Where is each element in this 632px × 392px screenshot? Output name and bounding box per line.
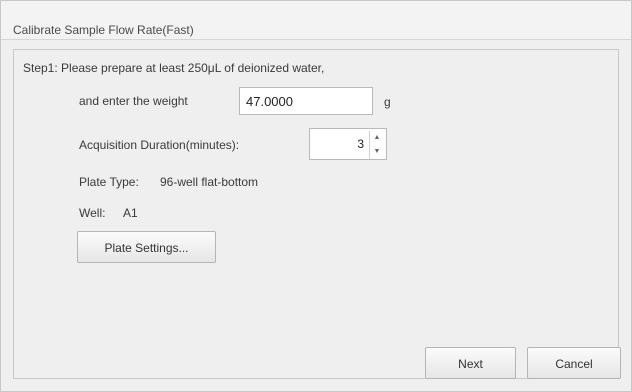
plate-type-label: Plate Type:: [79, 175, 139, 189]
weight-label: and enter the weight: [79, 94, 188, 108]
duration-value: 3: [357, 137, 364, 151]
weight-input[interactable]: [239, 87, 373, 115]
next-label: Next: [458, 357, 483, 371]
cancel-label: Cancel: [555, 357, 593, 371]
well-label: Well:: [79, 206, 106, 220]
duration-label: Acquisition Duration(minutes):: [79, 138, 240, 152]
duration-spinner[interactable]: 3 ▲ ▼: [309, 128, 387, 160]
well-value: A1: [123, 206, 138, 220]
weight-unit: g: [384, 95, 391, 109]
cancel-button[interactable]: Cancel: [527, 347, 621, 379]
dialog-title: Calibrate Sample Flow Rate(Fast): [13, 23, 194, 37]
step-instruction: Step1: Please prepare at least 250μL of …: [23, 61, 325, 75]
plate-type-value: 96-well flat-bottom: [160, 175, 259, 189]
calibrate-dialog: Calibrate Sample Flow Rate(Fast) Step1: …: [0, 0, 632, 392]
plate-settings-button[interactable]: Plate Settings...: [77, 231, 216, 263]
dialog-title-bar: Calibrate Sample Flow Rate(Fast): [1, 1, 631, 40]
spin-up-icon[interactable]: ▲: [370, 131, 384, 145]
spin-buttons: ▲ ▼: [369, 131, 384, 159]
spin-down-icon[interactable]: ▼: [370, 145, 384, 159]
plate-settings-label: Plate Settings...: [104, 241, 189, 255]
next-button[interactable]: Next: [425, 347, 516, 379]
